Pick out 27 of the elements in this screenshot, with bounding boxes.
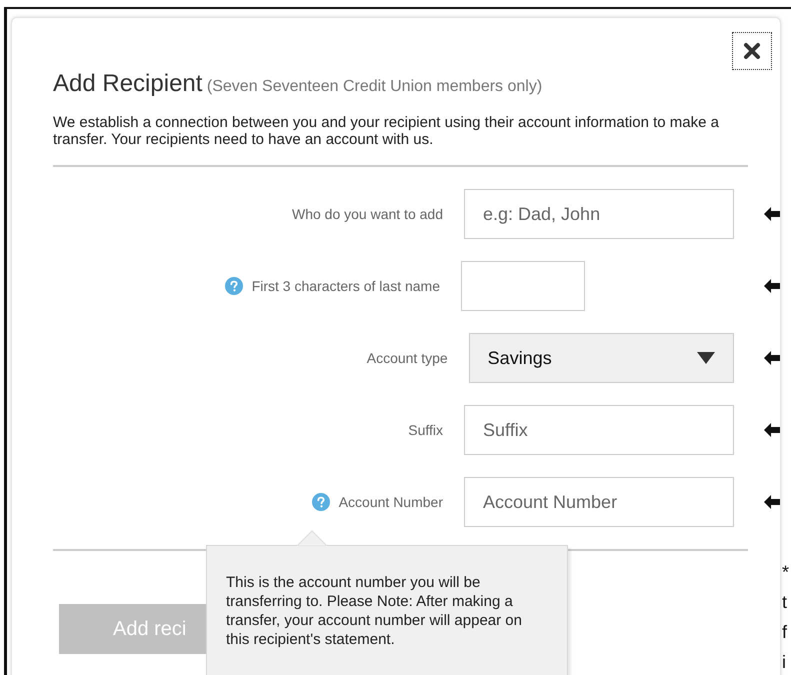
caret-icon bbox=[697, 352, 715, 364]
account-type-dropdown[interactable]: Savings bbox=[468, 333, 734, 383]
side-note-text: t bbox=[782, 591, 788, 614]
close-icon bbox=[743, 42, 761, 60]
side-note-text: f bbox=[782, 621, 788, 644]
arrow-icon bbox=[764, 495, 780, 509]
input-field[interactable]: Account Number bbox=[464, 477, 734, 527]
field-label: Who do you want to add bbox=[292, 206, 443, 222]
arrow-icon bbox=[764, 423, 780, 437]
field-label: First 3 characters of last name bbox=[252, 278, 440, 294]
side-note-text: * bbox=[782, 561, 790, 584]
input-field[interactable]: Suffix bbox=[464, 405, 734, 455]
arrow-icon bbox=[764, 279, 780, 293]
dialog-title: Add Recipient bbox=[53, 70, 202, 97]
close-button[interactable] bbox=[732, 32, 772, 70]
arrow-icon bbox=[764, 351, 780, 365]
field-label: Suffix bbox=[408, 422, 443, 438]
dialog-subtitle: (Seven Seventeen Credit Union members only) bbox=[206, 78, 542, 95]
help-icon[interactable] bbox=[312, 493, 330, 511]
description-text: We establish a connection between you and your recipient using their account information to make a transfer. Your recipients need to have an account with us. bbox=[53, 114, 720, 148]
input-field[interactable]: e.g: Dad, John bbox=[464, 189, 734, 239]
input-field[interactable] bbox=[461, 261, 585, 311]
side-note-text: i bbox=[782, 651, 787, 674]
field-label: Account Number bbox=[338, 494, 443, 510]
arrow-icon bbox=[764, 207, 780, 221]
help-icon[interactable] bbox=[224, 277, 243, 295]
field-label: Account type bbox=[366, 350, 448, 366]
